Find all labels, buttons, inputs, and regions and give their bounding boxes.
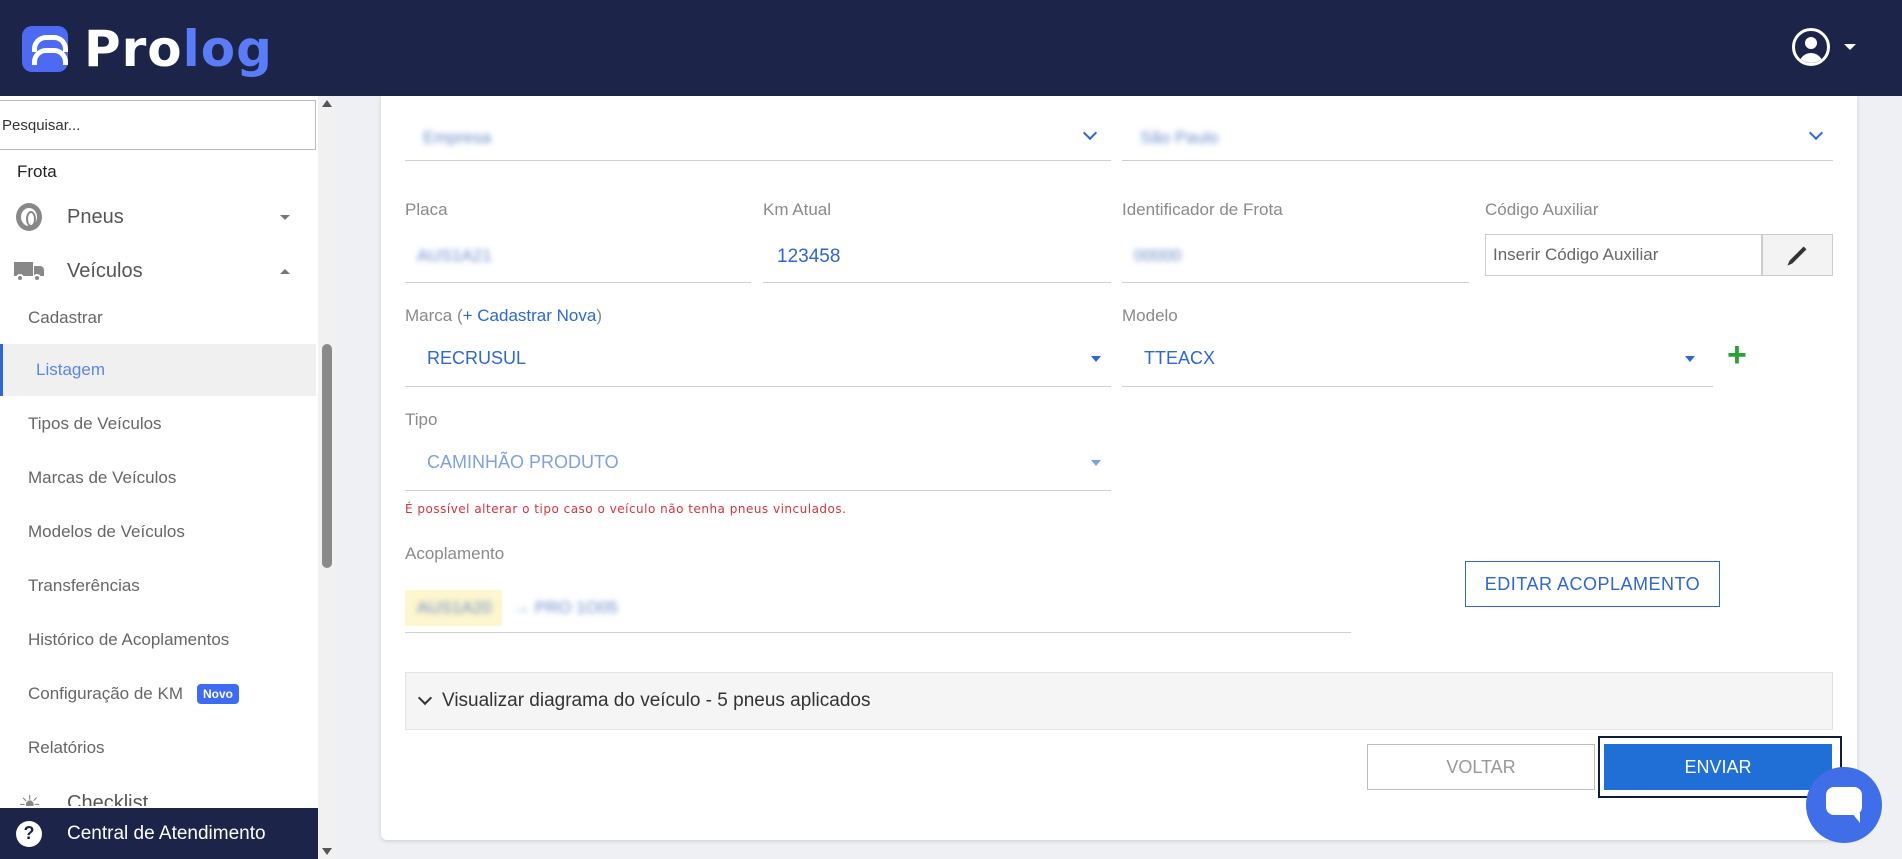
caret-up-icon (280, 268, 290, 274)
sidebar-search-input[interactable] (0, 100, 316, 150)
sidebar-item-tipos-de-veiculos[interactable]: Tipos de Veículos (0, 398, 316, 450)
prolog-logo[interactable]: Prolog (22, 20, 273, 78)
marca-label: Marca (+ Cadastrar Nova) (405, 306, 602, 325)
sidebar-group-checklist[interactable]: ☀ Checklist (0, 786, 316, 806)
sidebar-item-transferencias[interactable]: Transferências (0, 560, 316, 612)
empresa-select[interactable]: Empresa (405, 116, 1111, 160)
vehicle-diagram-accordion[interactable]: Visualizar diagrama do veículo - 5 pneus… (405, 672, 1833, 730)
vehicle-edit-form: Empresa São Paulo Placa AUS1A21 Km Atual… (381, 96, 1857, 840)
sidebar-item-marcas-de-veiculos[interactable]: Marcas de Veículos (0, 452, 316, 504)
modelo-select[interactable]: TTEACX (1122, 336, 1713, 384)
prolog-logo-icon (22, 26, 68, 72)
enviar-button[interactable]: ENVIAR (1604, 744, 1832, 790)
modelo-label: Modelo (1122, 306, 1178, 325)
tipo-hint-text: É possível alterar o tipo caso o veículo… (405, 502, 847, 516)
sidebar-item-cadastrar[interactable]: Cadastrar (0, 292, 316, 344)
marca-value: RECRUSUL (427, 348, 527, 368)
scrollbar-thumb[interactable] (322, 344, 332, 568)
truck-icon (14, 262, 44, 282)
caret-down-icon (1685, 356, 1695, 362)
acoplamento-label: Acoplamento (405, 544, 505, 563)
modelo-value: TTEACX (1144, 348, 1216, 368)
placa-field[interactable]: AUS1A21 (417, 246, 492, 266)
pencil-icon (1789, 246, 1806, 264)
sidebar-group-pneus[interactable]: Pneus (0, 194, 316, 240)
sidebar-group-label: Veículos (67, 259, 143, 282)
section-label-frota: Frota (17, 162, 57, 181)
codigo-auxiliar-input[interactable] (1485, 234, 1762, 276)
support-center-label: Central de Atendimento (67, 822, 266, 844)
sidebar-group-veiculos[interactable]: Veículos (0, 248, 316, 294)
marca-select[interactable]: RECRUSUL (405, 336, 1111, 384)
caret-down-icon (1091, 460, 1101, 466)
help-icon: ? (16, 820, 42, 847)
scroll-up-arrow-icon[interactable] (322, 100, 332, 107)
chat-button[interactable] (1806, 767, 1882, 843)
chevron-down-icon (417, 690, 433, 706)
support-center-button[interactable]: ? Central de Atendimento (0, 808, 318, 859)
sidebar-item-label: Configuração de KM (28, 684, 183, 703)
enviar-focus-ring: ENVIAR (1598, 736, 1842, 798)
placa-label: Placa (405, 200, 448, 219)
chevron-down-icon (1082, 125, 1098, 141)
editar-acoplamento-button[interactable]: EDITAR ACOPLAMENTO (1465, 561, 1720, 607)
codigo-auxiliar-label: Código Auxiliar (1485, 200, 1599, 219)
tipo-label: Tipo (405, 410, 438, 429)
logo-text: Prolog (84, 20, 273, 78)
user-account-icon[interactable] (1792, 28, 1830, 66)
voltar-button[interactable]: VOLTAR (1367, 744, 1595, 790)
user-menu[interactable] (1792, 28, 1856, 66)
regional-select[interactable]: São Paulo (1122, 116, 1833, 160)
sidebar-item-relatorios[interactable]: Relatórios (0, 722, 316, 774)
add-modelo-plus-icon[interactable]: + (1727, 338, 1747, 372)
chat-bubble-icon (1826, 787, 1862, 823)
sidebar-scrollbar[interactable] (318, 96, 336, 859)
sidebar: Frota Pneus Veículos Cadastrar Listagem … (0, 96, 318, 859)
cadastrar-nova-marca-link[interactable]: + Cadastrar Nova (463, 306, 597, 325)
tipo-select[interactable]: CAMINHÃO PRODUTO (405, 440, 1111, 488)
tipo-value: CAMINHÃO PRODUTO (427, 452, 619, 472)
sidebar-item-modelos-de-veiculos[interactable]: Modelos de Veículos (0, 506, 316, 558)
acoplamento-text: → PRO 1O05 (513, 598, 618, 617)
caret-down-icon[interactable] (1844, 44, 1856, 50)
km-label: Km Atual (763, 200, 832, 219)
edit-codigo-button[interactable] (1762, 234, 1833, 276)
scroll-down-arrow-icon[interactable] (322, 848, 332, 855)
checklist-icon: ☀ (18, 790, 42, 806)
identificador-label: Identificador de Frota (1122, 200, 1283, 219)
km-field[interactable]: 123458 (777, 246, 840, 268)
accordion-label: Visualizar diagrama do veículo - 5 pneus… (442, 690, 871, 711)
caret-down-icon (280, 214, 290, 220)
sidebar-group-label: Pneus (67, 205, 124, 228)
new-badge: Novo (196, 684, 239, 704)
sidebar-item-configuracao-de-km[interactable]: Configuração de KM Novo (0, 668, 316, 720)
chevron-down-icon (1808, 125, 1824, 141)
tire-icon (16, 203, 42, 231)
acoplamento-chip-text: AUS1A20 (417, 598, 492, 617)
caret-down-icon (1091, 356, 1101, 362)
sidebar-item-listagem[interactable]: Listagem (0, 344, 316, 396)
empresa-value: Empresa (423, 128, 492, 147)
regional-value: São Paulo (1140, 128, 1219, 147)
top-bar: Prolog (0, 0, 1902, 96)
sidebar-group-label: Checklist (67, 792, 149, 806)
sidebar-item-historico-de-acoplamentos[interactable]: Histórico de Acoplamentos (0, 614, 316, 666)
identificador-field[interactable]: 00000 (1134, 246, 1181, 266)
